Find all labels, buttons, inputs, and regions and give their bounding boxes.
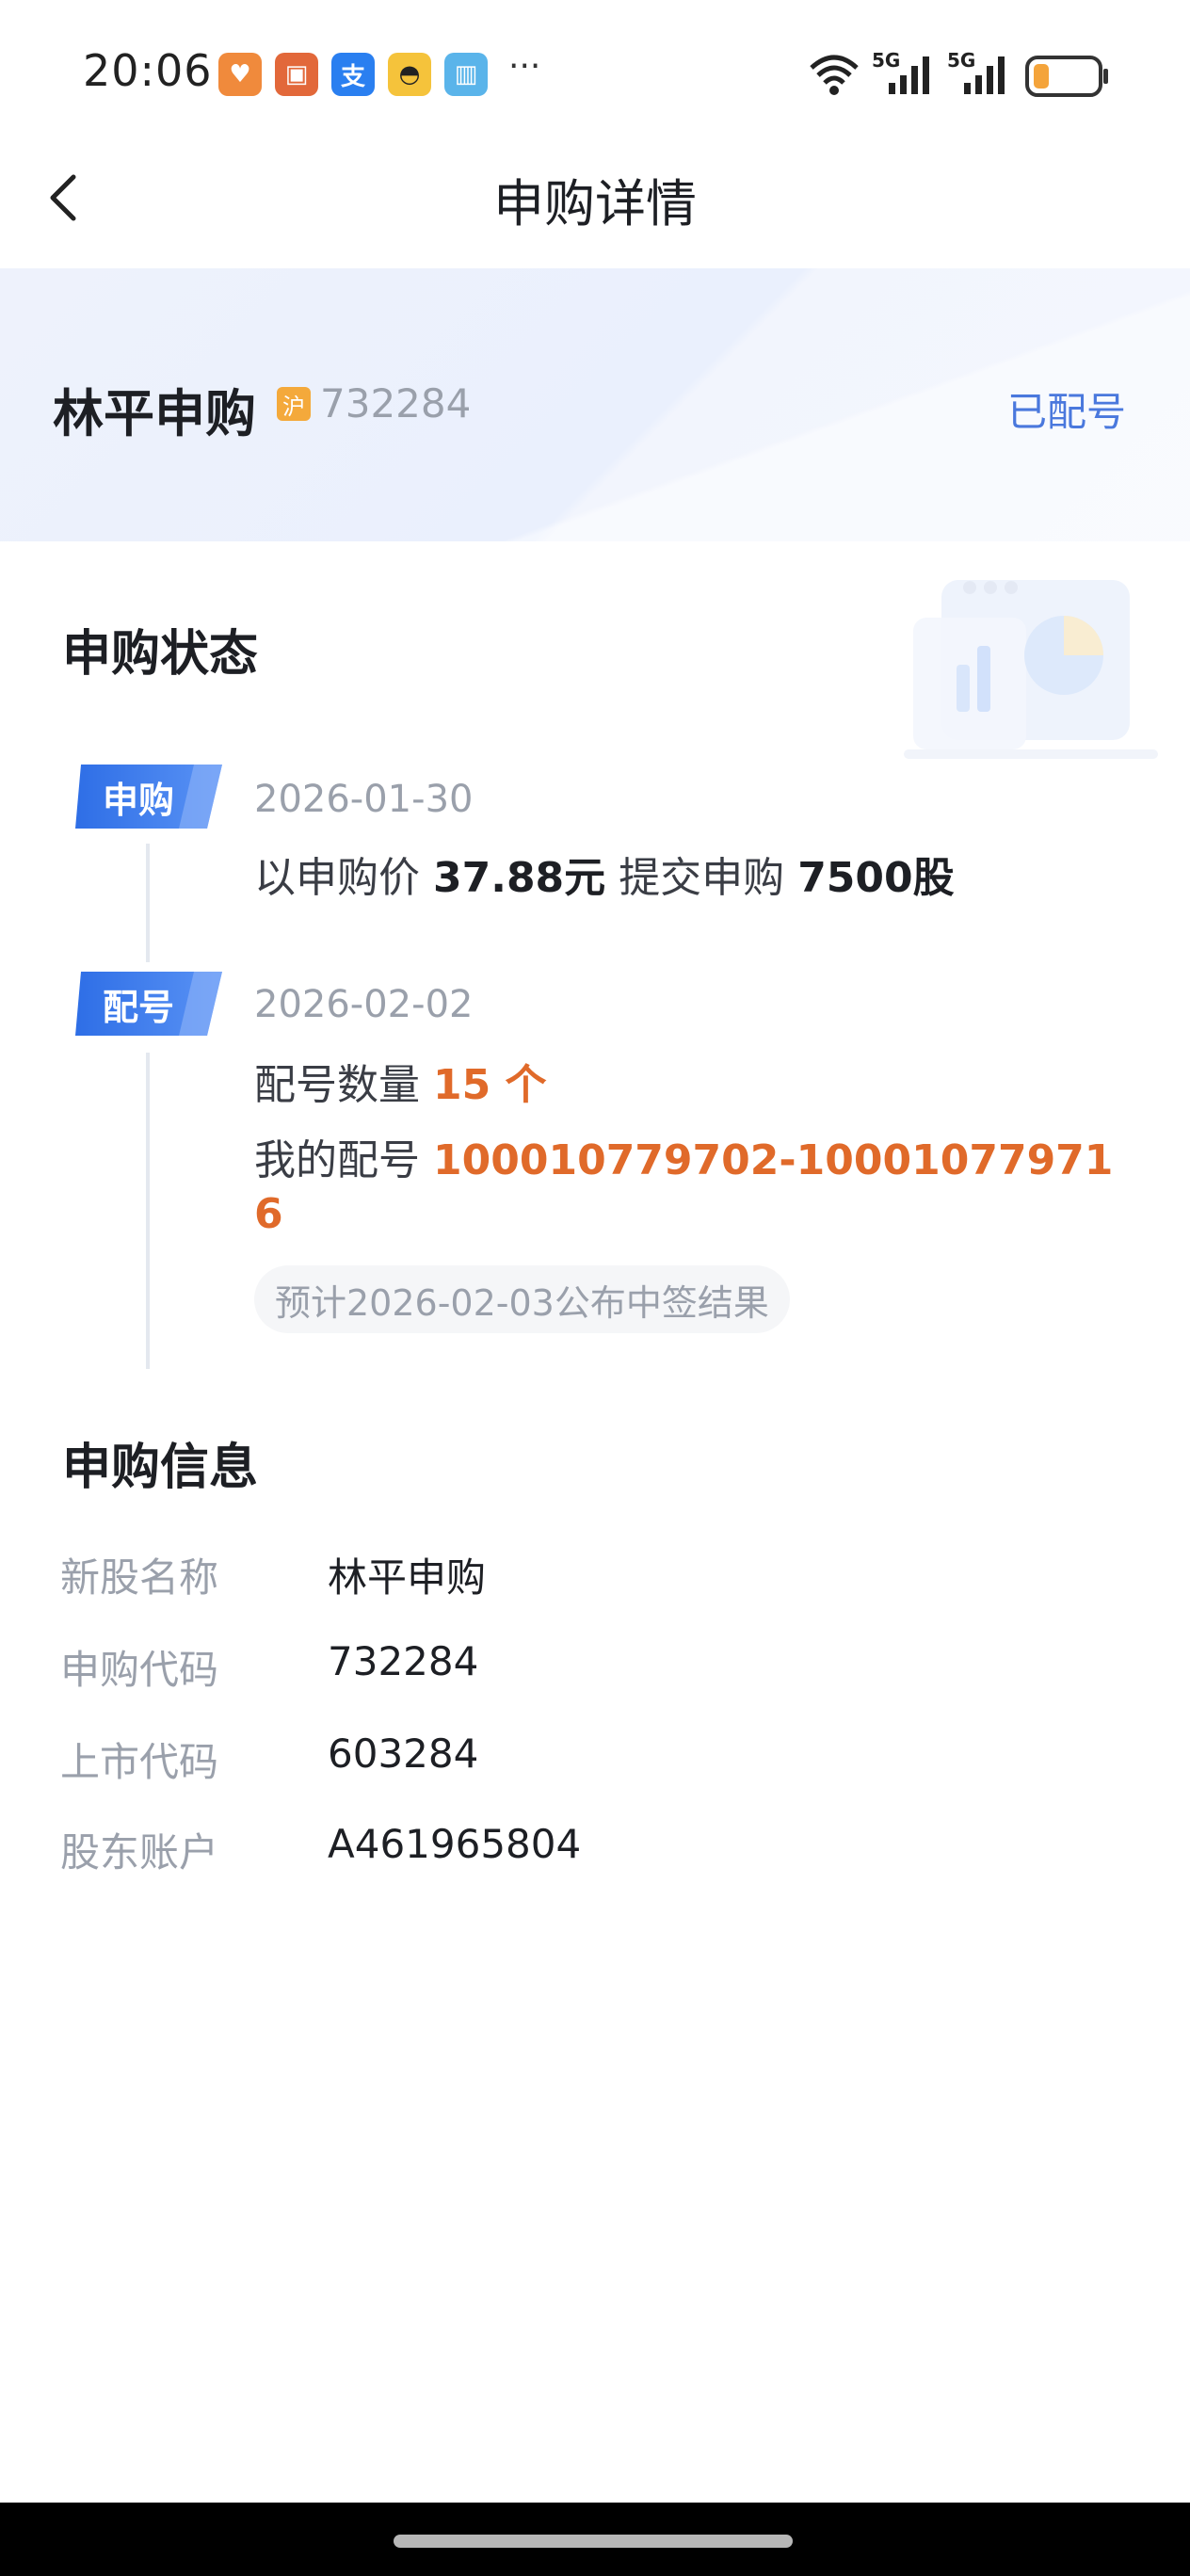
status-badge: 已配号 (1006, 389, 1126, 435)
status-section-title: 申购状态 (62, 626, 259, 683)
step-date: 2026-01-30 (254, 778, 474, 821)
alipay-app-icon: 支 (331, 53, 375, 96)
signal-icon (964, 56, 1005, 94)
book-app-icon: ▥ (444, 53, 488, 96)
allocation-range-value-continued: 6 (254, 1190, 283, 1238)
info-section-title: 申购信息 (62, 1440, 259, 1496)
subscribe-shares: 7500股 (797, 854, 955, 902)
info-label: 股东账户 (60, 1829, 219, 1876)
market-badge: 沪 (277, 387, 311, 421)
subscribe-summary: 以申购价 37.88元 提交申购 7500股 (254, 844, 955, 904)
info-label: 申购代码 (60, 1647, 219, 1693)
heart-app-icon: ♥ (218, 53, 262, 96)
battery-icon (1025, 56, 1108, 97)
allocation-count-value: 15 个 (433, 1061, 547, 1109)
allocation-range-row: 我的配号 100010779702-10001077971 (254, 1126, 1113, 1186)
wallet-app-icon: ▣ (275, 53, 318, 96)
submit-label: 提交申购 (619, 854, 785, 902)
signal-icon (889, 56, 929, 94)
page-title: 申购详情 (493, 174, 697, 233)
step-badge-label: 申购 (102, 779, 174, 821)
info-value: 603284 (328, 1731, 479, 1777)
result-notice: 预计2026-02-03公布中签结果 (254, 1265, 790, 1333)
status-time: 20:06 (83, 45, 213, 96)
stock-name: 林平申购 (53, 384, 256, 443)
home-indicator[interactable] (394, 2535, 793, 2548)
allocation-count-row: 配号数量 15 个 (254, 1051, 547, 1111)
step-badge-label: 配号 (102, 986, 174, 1028)
price-prefix: 以申购价 (254, 854, 420, 902)
step-date: 2026-02-02 (254, 983, 474, 1026)
info-value: 732284 (328, 1638, 479, 1684)
more-notifications-icon: ··· (508, 47, 541, 86)
info-value: 林平申购 (328, 1554, 487, 1601)
chart-illustration-icon (904, 580, 1158, 759)
step-badge-subscribe: 申购 (75, 766, 217, 827)
timeline-connector (146, 844, 150, 962)
allocation-range-value: 100010779702-10001077971 (433, 1136, 1114, 1184)
allocation-count-label: 配号数量 (254, 1061, 420, 1109)
subscribe-price: 37.88元 (433, 854, 606, 902)
wifi-icon (810, 55, 859, 95)
info-label: 新股名称 (60, 1554, 219, 1601)
status-bar: 20:06 ♥ ▣ 支 ◓ ▥ ··· 5G 5G (0, 0, 1190, 151)
info-label: 上市代码 (60, 1739, 219, 1785)
timeline-connector (146, 1053, 150, 1369)
stock-code: 732284 (320, 380, 472, 427)
step-badge-allocation: 配号 (75, 974, 217, 1034)
info-value: A461965804 (328, 1821, 582, 1867)
car-app-icon: ◓ (388, 53, 431, 96)
allocation-range-label: 我的配号 (254, 1136, 420, 1184)
